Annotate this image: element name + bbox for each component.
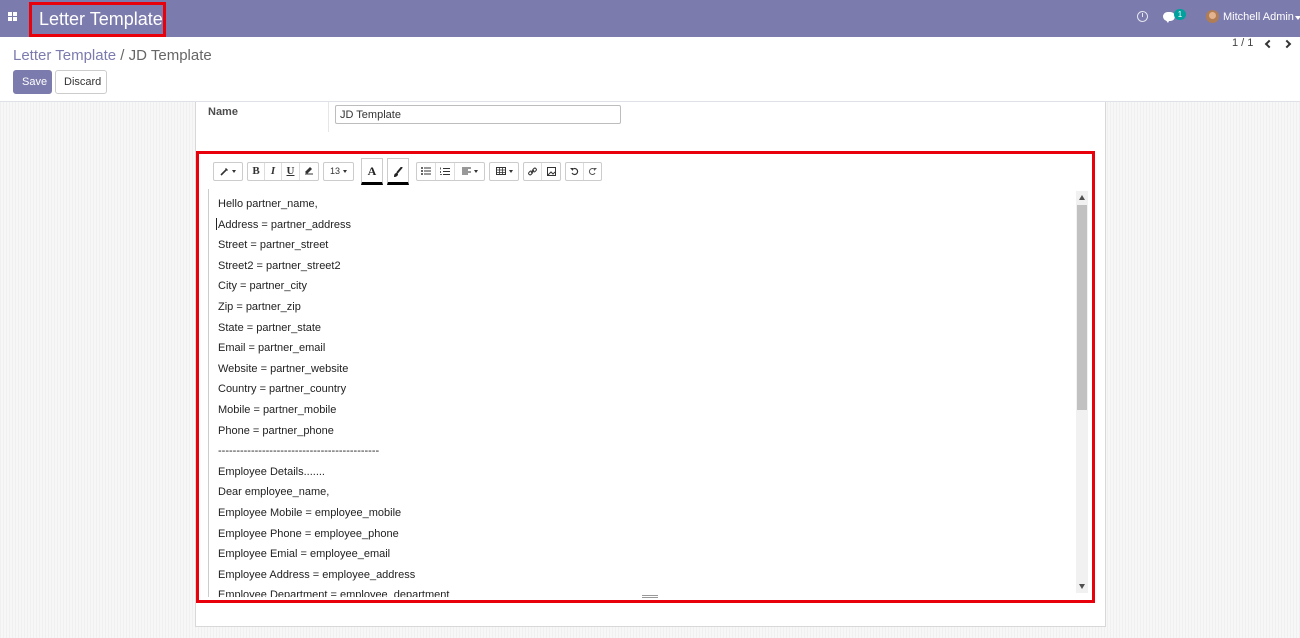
style-dropdown[interactable]	[213, 162, 243, 181]
table-dropdown[interactable]	[489, 162, 519, 181]
control-panel: Letter Template / JD Template Save Disca…	[0, 37, 1300, 102]
bold-button[interactable]: B	[248, 163, 265, 180]
editor-line[interactable]: Website = partner_website	[218, 363, 348, 375]
discard-button[interactable]: Discard	[55, 70, 107, 94]
highlight-brush-icon[interactable]	[387, 158, 409, 185]
chevron-left-icon	[1264, 39, 1274, 49]
save-button[interactable]: Save	[13, 70, 52, 94]
font-size-value[interactable]: 13	[324, 163, 353, 180]
apps-menu-icon[interactable]	[8, 12, 18, 22]
editor-scrollbar[interactable]	[1076, 191, 1088, 593]
breadcrumb: Letter Template / JD Template	[13, 47, 212, 64]
pager-previous-button[interactable]	[1264, 39, 1274, 49]
editor-line[interactable]: Street2 = partner_street2	[218, 260, 341, 272]
editor-line[interactable]: ----------------------------------------…	[218, 445, 379, 457]
table-icon[interactable]	[490, 163, 518, 180]
scroll-thumb[interactable]	[1077, 205, 1087, 410]
editor-line[interactable]: Employee Phone = employee_phone	[218, 528, 399, 540]
text-color-icon[interactable]: A	[361, 158, 383, 185]
app-title[interactable]: Letter Template	[29, 2, 166, 37]
image-icon[interactable]	[542, 163, 560, 180]
name-field[interactable]	[335, 105, 621, 124]
editor-line[interactable]: Dear employee_name,	[218, 486, 329, 498]
undo-icon[interactable]	[566, 163, 584, 180]
editor-line[interactable]: Employee Address = employee_address	[218, 569, 415, 581]
redo-icon[interactable]	[584, 163, 601, 180]
avatar[interactable]	[1206, 10, 1219, 23]
top-navbar: Letter Template 1 Mitchell Admin	[0, 0, 1300, 37]
editor-line[interactable]: Email = partner_email	[218, 342, 325, 354]
editor-line[interactable]: Employee Details.......	[218, 466, 325, 478]
text-cursor	[216, 218, 217, 230]
link-icon[interactable]	[524, 163, 542, 180]
field-divider	[328, 102, 329, 132]
editor-line[interactable]: Employee Emial = employee_email	[218, 548, 390, 560]
font-size-dropdown[interactable]: 13	[323, 162, 354, 181]
chevron-right-icon	[1282, 39, 1292, 49]
paragraph-group	[416, 162, 485, 181]
editor-line[interactable]: Mobile = partner_mobile	[218, 404, 336, 416]
underline-button[interactable]: U	[282, 163, 300, 180]
pager-value: 1 / 1	[1232, 37, 1254, 49]
pager-next-button[interactable]	[1282, 39, 1292, 49]
editor-line[interactable]: City = partner_city	[218, 280, 307, 292]
breadcrumb-parent[interactable]: Letter Template	[13, 47, 116, 64]
scroll-down-arrow-icon[interactable]	[1079, 584, 1085, 589]
editor-resize-handle[interactable]	[642, 595, 658, 598]
name-label: Name	[208, 106, 238, 118]
activity-clock-icon[interactable]	[1137, 11, 1148, 22]
magic-wand-icon[interactable]	[214, 163, 242, 180]
chat-count-badge: 1	[1174, 9, 1186, 20]
user-menu[interactable]: Mitchell Admin	[1223, 11, 1294, 23]
editor-line[interactable]: Zip = partner_zip	[218, 301, 301, 313]
scroll-up-arrow-icon[interactable]	[1079, 195, 1085, 200]
italic-button[interactable]: I	[265, 163, 282, 180]
align-icon[interactable]	[455, 163, 484, 180]
editor-content[interactable]: Hello partner_name, Address = partner_add…	[208, 189, 1076, 597]
user-caret-icon[interactable]	[1295, 16, 1300, 20]
bullet-list-icon[interactable]	[417, 163, 436, 180]
breadcrumb-separator: /	[120, 47, 125, 64]
history-group	[565, 162, 602, 181]
editor-line[interactable]: Employee Mobile = employee_mobile	[218, 507, 401, 519]
editor-line[interactable]: Street = partner_street	[218, 239, 328, 251]
editor-line[interactable]: Employee Department = employee_departmen…	[218, 589, 449, 597]
editor-line[interactable]: Address = partner_address	[218, 219, 351, 231]
editor-line[interactable]: Hello partner_name,	[218, 198, 318, 210]
editor-line[interactable]: State = partner_state	[218, 322, 321, 334]
editor-line[interactable]: Phone = partner_phone	[218, 425, 334, 437]
breadcrumb-current: JD Template	[128, 47, 212, 64]
font-style-group: B I U	[247, 162, 319, 181]
editor-line[interactable]: Country = partner_country	[218, 383, 346, 395]
numbered-list-icon[interactable]	[436, 163, 455, 180]
eraser-icon[interactable]	[300, 163, 318, 180]
insert-group	[523, 162, 561, 181]
